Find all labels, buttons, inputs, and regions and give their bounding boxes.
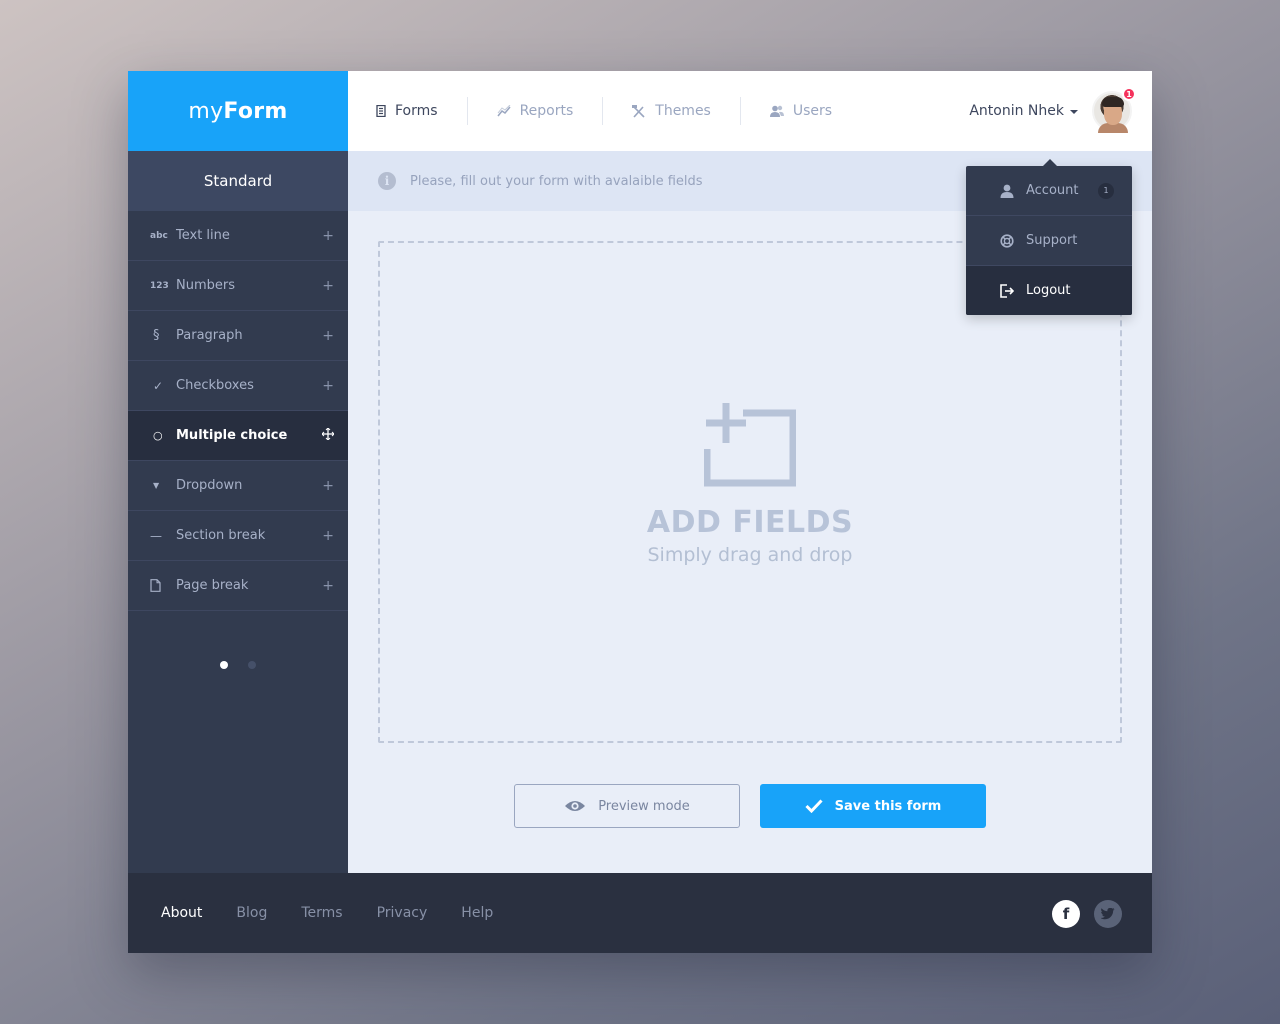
- sidebar-item-label: Numbers: [176, 278, 235, 293]
- nav-reports-label: Reports: [519, 103, 574, 119]
- menu-item-label: Account: [1026, 183, 1079, 198]
- sidebar-item-text-line[interactable]: abc Text line +: [128, 211, 348, 261]
- add-icon[interactable]: +: [322, 528, 334, 544]
- menu-item-account[interactable]: Account 1: [966, 166, 1132, 216]
- footer-link-about[interactable]: About: [161, 905, 202, 921]
- drop-zone[interactable]: ADD FIELDS Simply drag and drop: [378, 241, 1122, 743]
- user-dropdown-menu: Account 1 Support Logout: [966, 159, 1132, 315]
- account-badge: 1: [1098, 182, 1114, 199]
- page-dot-1[interactable]: [220, 661, 228, 669]
- menu-item-label: Support: [1026, 233, 1078, 248]
- nav-themes[interactable]: Themes: [602, 97, 740, 125]
- page-dots: [128, 661, 348, 669]
- nav-forms-label: Forms: [395, 103, 438, 119]
- footer-link-help[interactable]: Help: [461, 905, 493, 921]
- sidebar-item-label: Dropdown: [176, 478, 243, 493]
- nav-forms[interactable]: Forms: [348, 97, 467, 125]
- numbers-icon: 123: [150, 280, 169, 291]
- form-icon: [376, 105, 386, 117]
- facebook-icon[interactable]: f: [1052, 900, 1080, 928]
- drop-zone-subtitle: Simply drag and drop: [647, 544, 853, 566]
- preview-label: Preview mode: [598, 798, 690, 814]
- footer: About Blog Terms Privacy Help f: [128, 873, 1152, 953]
- sidebar-item-label: Checkboxes: [176, 378, 254, 393]
- add-icon[interactable]: +: [322, 378, 334, 394]
- social-links: f: [1052, 900, 1122, 928]
- info-icon: i: [378, 172, 396, 190]
- tools-icon: [632, 104, 645, 118]
- sidebar-item-page-break[interactable]: Page break +: [128, 561, 348, 611]
- add-icon[interactable]: +: [322, 578, 334, 594]
- footer-link-terms[interactable]: Terms: [301, 905, 342, 921]
- nav-users-label: Users: [792, 103, 833, 119]
- footer-link-privacy[interactable]: Privacy: [377, 905, 428, 921]
- nav-reports[interactable]: Reports: [466, 97, 603, 125]
- sidebar-item-numbers[interactable]: 123 Numbers +: [128, 261, 348, 311]
- page-icon: [150, 579, 176, 592]
- user-area[interactable]: Antonin Nhek 1: [969, 87, 1136, 133]
- add-icon[interactable]: +: [322, 228, 334, 244]
- add-icon[interactable]: +: [322, 478, 334, 494]
- save-label: Save this form: [834, 798, 942, 814]
- sidebar-item-paragraph[interactable]: § Paragraph +: [128, 311, 348, 361]
- paragraph-icon: §: [153, 328, 160, 343]
- add-icon[interactable]: +: [322, 278, 334, 294]
- check-icon: ✓: [153, 378, 164, 393]
- users-icon: [769, 105, 784, 117]
- logout-icon: [1000, 283, 1014, 298]
- drop-zone-content: ADD FIELDS Simply drag and drop: [380, 403, 1120, 566]
- sidebar-item-label: Page break: [176, 578, 249, 593]
- add-field-icon: [703, 403, 797, 487]
- move-icon[interactable]: [321, 426, 335, 444]
- page-dot-2[interactable]: [248, 661, 256, 669]
- menu-item-support[interactable]: Support: [966, 216, 1132, 266]
- menu-item-logout[interactable]: Logout: [966, 266, 1132, 315]
- chart-icon: [496, 105, 511, 117]
- add-icon[interactable]: +: [322, 328, 334, 344]
- sidebar-item-checkboxes[interactable]: ✓ Checkboxes +: [128, 361, 348, 411]
- menu-item-label: Logout: [1026, 283, 1071, 298]
- sidebar: Standard abc Text line + 123 Numbers + §…: [128, 151, 348, 873]
- lifebuoy-icon: [1000, 233, 1014, 248]
- sidebar-item-label: Text line: [176, 228, 230, 243]
- sidebar-title[interactable]: Standard: [128, 151, 348, 211]
- dropdown-icon: ▼: [153, 481, 160, 490]
- sidebar-item-section-break[interactable]: — Section break +: [128, 511, 348, 561]
- app-window: my Form Forms Reports Themes Users Antoni…: [128, 71, 1152, 953]
- preview-button[interactable]: Preview mode: [514, 784, 740, 828]
- footer-link-blog[interactable]: Blog: [236, 905, 267, 921]
- avatar[interactable]: 1: [1092, 87, 1136, 133]
- logo-bold-text: Form: [223, 98, 288, 124]
- drop-zone-title: ADD FIELDS: [646, 505, 854, 540]
- sidebar-item-label: Multiple choice: [176, 428, 288, 443]
- nav-themes-label: Themes: [655, 103, 711, 119]
- eye-icon: [565, 801, 586, 811]
- user-name[interactable]: Antonin Nhek: [969, 103, 1064, 119]
- top-nav: Forms Reports Themes Users Antonin Nhek …: [348, 71, 1152, 151]
- section-break-icon: —: [150, 528, 162, 543]
- app-logo[interactable]: my Form: [128, 71, 348, 151]
- nav-users[interactable]: Users: [739, 97, 861, 125]
- text-line-icon: abc: [150, 230, 168, 241]
- twitter-icon[interactable]: [1094, 900, 1122, 928]
- info-text: Please, fill out your form with avalaibl…: [410, 173, 703, 189]
- sidebar-item-multiple-choice[interactable]: ○ Multiple choice: [128, 411, 348, 461]
- chevron-down-icon[interactable]: [1070, 110, 1078, 114]
- check-icon: [805, 799, 823, 813]
- logo-light-text: my: [188, 98, 224, 124]
- radio-icon: ○: [153, 429, 163, 442]
- avatar-hair: [1102, 97, 1124, 107]
- sidebar-item-label: Paragraph: [176, 328, 243, 343]
- notification-badge[interactable]: 1: [1122, 87, 1136, 101]
- user-icon: [1000, 184, 1014, 198]
- save-button[interactable]: Save this form: [760, 784, 986, 828]
- sidebar-item-dropdown[interactable]: ▼ Dropdown +: [128, 461, 348, 511]
- sidebar-item-label: Section break: [176, 528, 266, 543]
